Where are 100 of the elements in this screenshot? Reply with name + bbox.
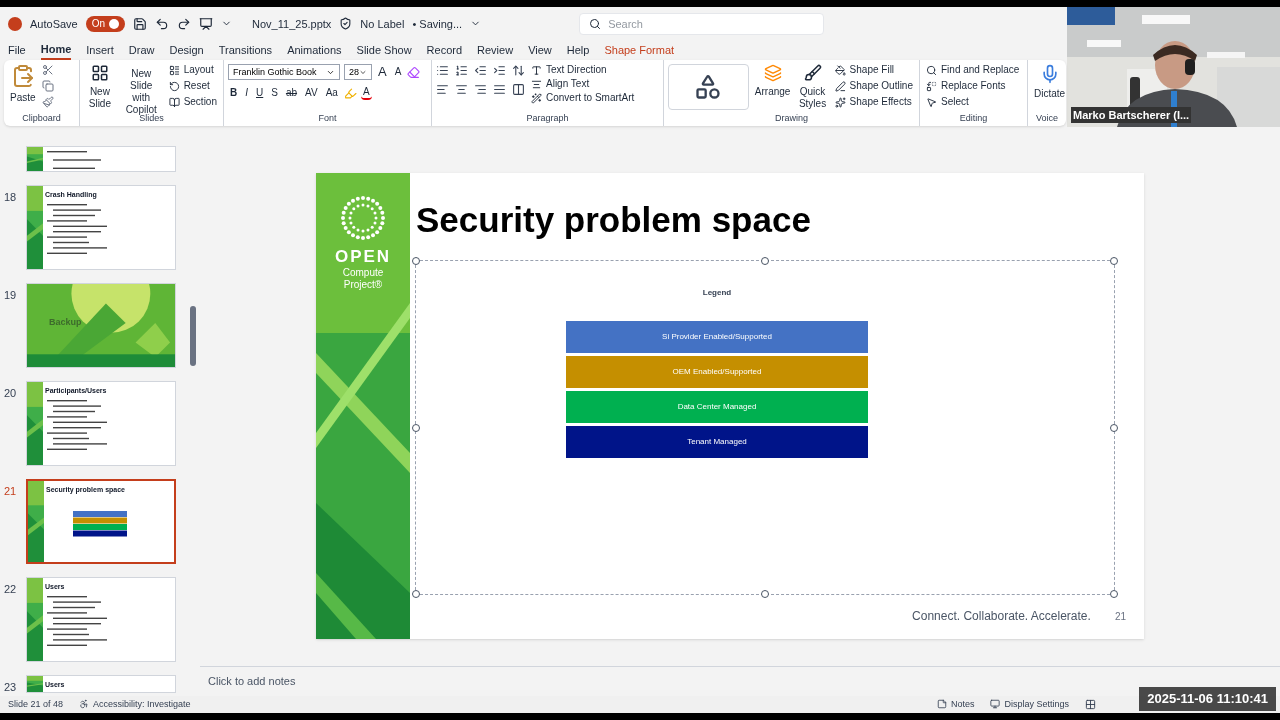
arrange-icon — [763, 64, 782, 83]
undo-icon[interactable] — [155, 16, 170, 31]
format-button[interactable]: S — [269, 87, 280, 100]
grow-font-button[interactable]: A — [376, 66, 389, 79]
find-replace-button[interactable]: Find and Replace — [924, 64, 1022, 77]
resize-handle[interactable] — [412, 423, 420, 432]
font-name-dropdown[interactable]: Franklin Gothic Book — [228, 64, 340, 81]
replace-fonts-button[interactable]: Replace Fonts — [924, 80, 1022, 93]
slide-number: 23 — [4, 681, 17, 694]
slide-number: 21 — [4, 485, 17, 498]
ribbon-tab[interactable]: Review — [477, 40, 514, 61]
outline-icon — [834, 80, 846, 92]
ribbon-tab[interactable]: Design — [169, 40, 204, 61]
dictate-button[interactable]: Dictate — [1032, 64, 1066, 101]
format-button[interactable]: Aa — [323, 87, 340, 100]
align-left-icon[interactable] — [436, 83, 449, 97]
clear-format-icon[interactable] — [407, 65, 421, 79]
search-field[interactable]: Search — [579, 12, 825, 35]
paste-button[interactable]: Paste — [8, 64, 38, 105]
ribbon-tab[interactable]: Record — [426, 40, 463, 61]
shape-effects-button[interactable]: Shape Effects — [832, 96, 915, 109]
layout-icon — [168, 64, 180, 76]
slide-count: Slide 21 of 48 — [8, 697, 64, 711]
notes-placeholder[interactable]: Click to add notes — [208, 673, 296, 690]
reset-button[interactable]: Reset — [166, 80, 219, 93]
resize-handle[interactable] — [761, 590, 769, 598]
outdent-icon[interactable] — [474, 64, 487, 78]
format-button[interactable]: I — [243, 87, 250, 100]
ribbon-tab[interactable]: Insert — [86, 40, 114, 61]
font-color-button[interactable]: A — [360, 86, 372, 101]
resize-handle[interactable] — [1110, 423, 1118, 432]
quick-styles-icon — [803, 64, 822, 83]
align-text-icon — [531, 78, 542, 90]
resize-handle[interactable] — [761, 257, 769, 265]
align-text-button[interactable]: Align Text — [529, 78, 637, 91]
group-label: Drawing — [775, 112, 808, 126]
shrink-font-button[interactable]: A — [392, 66, 404, 79]
app-logo-icon — [8, 16, 22, 31]
resize-handle[interactable] — [412, 590, 420, 598]
save-icon[interactable] — [133, 16, 148, 31]
redo-icon[interactable] — [177, 16, 192, 31]
shape-fill-button[interactable]: Shape Fill — [832, 64, 915, 77]
accessibility-status[interactable]: Accessibility: Investigate — [79, 697, 191, 711]
numbering-icon[interactable] — [455, 64, 468, 78]
logo-subtitle: Project® — [343, 279, 383, 291]
justify-icon[interactable] — [493, 83, 506, 97]
autosave-label: AutoSave — [30, 16, 78, 32]
notes-button[interactable]: Notes — [936, 697, 975, 711]
autosave-toggle[interactable]: On — [85, 15, 126, 32]
smartart-button[interactable]: Convert to SmartArt — [529, 92, 637, 105]
resize-handle[interactable] — [1110, 590, 1118, 598]
slide-thumbnail[interactable] — [26, 146, 176, 173]
save-status: • Saving... — [412, 16, 463, 32]
ribbon-tab[interactable]: Transitions — [218, 40, 273, 61]
quick-styles-button[interactable]: Quick Styles — [796, 64, 829, 113]
format-button[interactable]: AV — [303, 87, 320, 100]
format-painter-icon[interactable] — [41, 96, 54, 109]
legend-bar: Si Provider Enabled/Supported — [566, 321, 868, 353]
format-button[interactable]: B — [228, 87, 240, 100]
font-size-dropdown[interactable]: 28 — [344, 64, 372, 81]
legend-drawing — [73, 511, 127, 538]
section-button[interactable]: Section — [166, 96, 219, 109]
ribbon-tab[interactable]: File — [8, 40, 26, 61]
side-band-drawing — [27, 676, 43, 693]
line-spacing-icon[interactable] — [512, 64, 525, 78]
new-slide-button[interactable]: New Slide — [84, 64, 116, 113]
present-icon[interactable] — [199, 16, 214, 31]
select-button[interactable]: Select — [924, 96, 1022, 109]
shape-outline-button[interactable]: Shape Outline — [832, 80, 915, 93]
format-button[interactable]: ab — [283, 87, 300, 100]
ribbon-tab[interactable]: Slide Show — [356, 40, 412, 61]
arrange-button[interactable]: Arrange — [752, 64, 793, 113]
bullets-icon[interactable] — [436, 64, 449, 78]
copy-icon[interactable] — [41, 80, 54, 93]
ribbon-tab[interactable]: View — [528, 40, 552, 61]
file-name: Nov_11_25.pptx — [252, 16, 332, 32]
ribbon-tab[interactable]: Shape Format — [604, 40, 675, 61]
ribbon-tab[interactable]: Help — [566, 40, 590, 61]
slide-sorter-icon[interactable] — [1085, 698, 1096, 710]
cut-icon[interactable] — [41, 64, 54, 77]
columns-icon[interactable] — [512, 83, 525, 97]
indent-icon[interactable] — [493, 64, 506, 78]
new-slide-copilot-button[interactable]: New Slide with Copilot — [119, 64, 163, 113]
display-settings-button[interactable]: Display Settings — [990, 697, 1069, 711]
scrollbar[interactable] — [190, 306, 196, 367]
resize-handle[interactable] — [412, 257, 420, 265]
layout-button[interactable]: Layout — [166, 64, 219, 77]
bullet-lines-drawing — [47, 596, 107, 647]
ribbon-tab[interactable]: Animations — [287, 40, 342, 61]
shield-icon — [339, 17, 353, 31]
format-button[interactable]: U — [254, 87, 266, 100]
sensitivity-label: No Label — [360, 16, 405, 32]
resize-handle[interactable] — [1110, 257, 1118, 265]
slide-number: 20 — [4, 387, 17, 400]
legend-title: Legend — [702, 287, 732, 299]
align-right-icon[interactable] — [474, 83, 487, 97]
shapes-gallery-icon[interactable] — [668, 64, 749, 111]
text-direction-button[interactable]: Text Direction — [529, 64, 637, 77]
ribbon-tab[interactable]: Draw — [128, 40, 155, 61]
align-center-icon[interactable] — [455, 83, 468, 97]
